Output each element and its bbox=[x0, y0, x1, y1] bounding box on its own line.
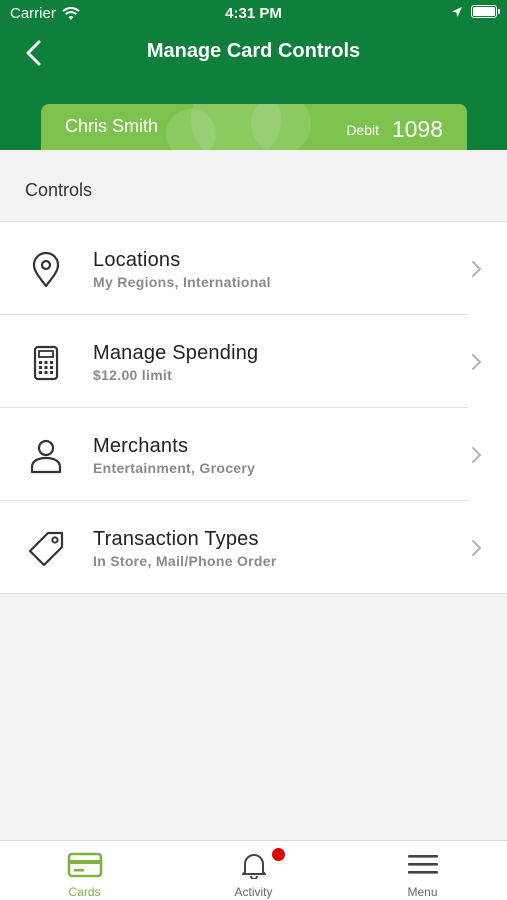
controls-list: Locations My Regions, International Mana… bbox=[0, 221, 507, 594]
page-title: Manage Card Controls bbox=[146, 40, 361, 62]
battery-icon bbox=[471, 5, 500, 18]
card-type: Debit bbox=[346, 122, 379, 138]
row-title: Transaction Types bbox=[93, 528, 259, 550]
location-pin-icon bbox=[32, 251, 60, 288]
notification-badge bbox=[272, 848, 285, 861]
row-subtitle: My Regions, International bbox=[93, 274, 271, 290]
card-preview[interactable]: Chris Smith Debit 1098 bbox=[41, 104, 467, 150]
card-icon bbox=[67, 852, 103, 878]
tab-cards[interactable]: Cards bbox=[0, 841, 169, 900]
card-last4: 1098 bbox=[391, 116, 443, 142]
row-title: Merchants bbox=[93, 435, 189, 457]
row-subtitle: Entertainment, Grocery bbox=[93, 460, 256, 476]
control-row-manage-spending[interactable]: Manage Spending $12.00 limit bbox=[0, 315, 507, 408]
chevron-right-icon bbox=[472, 447, 482, 463]
status-right bbox=[451, 5, 500, 18]
calculator-icon bbox=[33, 345, 59, 381]
tab-label: Activity bbox=[234, 885, 273, 899]
tab-label: Menu bbox=[407, 885, 438, 899]
status-time: 4:31 PM bbox=[225, 5, 282, 22]
row-title: Manage Spending bbox=[93, 342, 259, 364]
chevron-right-icon bbox=[472, 261, 482, 277]
row-subtitle: In Store, Mail/Phone Order bbox=[93, 553, 277, 569]
section-label: Controls bbox=[25, 180, 93, 200]
control-row-merchants[interactable]: Merchants Entertainment, Grocery bbox=[0, 408, 507, 501]
header: Carrier 4:31 PM Manage Card Controls Chr… bbox=[0, 0, 507, 150]
control-row-locations[interactable]: Locations My Regions, International bbox=[0, 222, 507, 315]
row-title: Locations bbox=[93, 249, 181, 271]
location-arrow-icon bbox=[452, 6, 462, 17]
chevron-right-icon bbox=[472, 354, 482, 370]
control-row-transaction-types[interactable]: Transaction Types In Store, Mail/Phone O… bbox=[0, 501, 507, 594]
tab-activity[interactable]: Activity bbox=[169, 841, 338, 900]
person-icon bbox=[30, 439, 62, 474]
hamburger-icon bbox=[408, 855, 438, 874]
tab-menu[interactable]: Menu bbox=[338, 841, 507, 900]
tag-icon bbox=[28, 531, 64, 567]
status-bar: Carrier 4:31 PM bbox=[0, 0, 507, 28]
chevron-right-icon bbox=[472, 540, 482, 556]
tab-label: Cards bbox=[68, 885, 101, 899]
tab-bar: Cards Activity Menu bbox=[0, 840, 507, 900]
row-subtitle: $12.00 limit bbox=[93, 367, 173, 383]
card-holder-name: Chris Smith bbox=[65, 116, 159, 136]
divider bbox=[0, 593, 507, 594]
bell-icon bbox=[242, 854, 266, 879]
card-decoration bbox=[251, 104, 311, 150]
